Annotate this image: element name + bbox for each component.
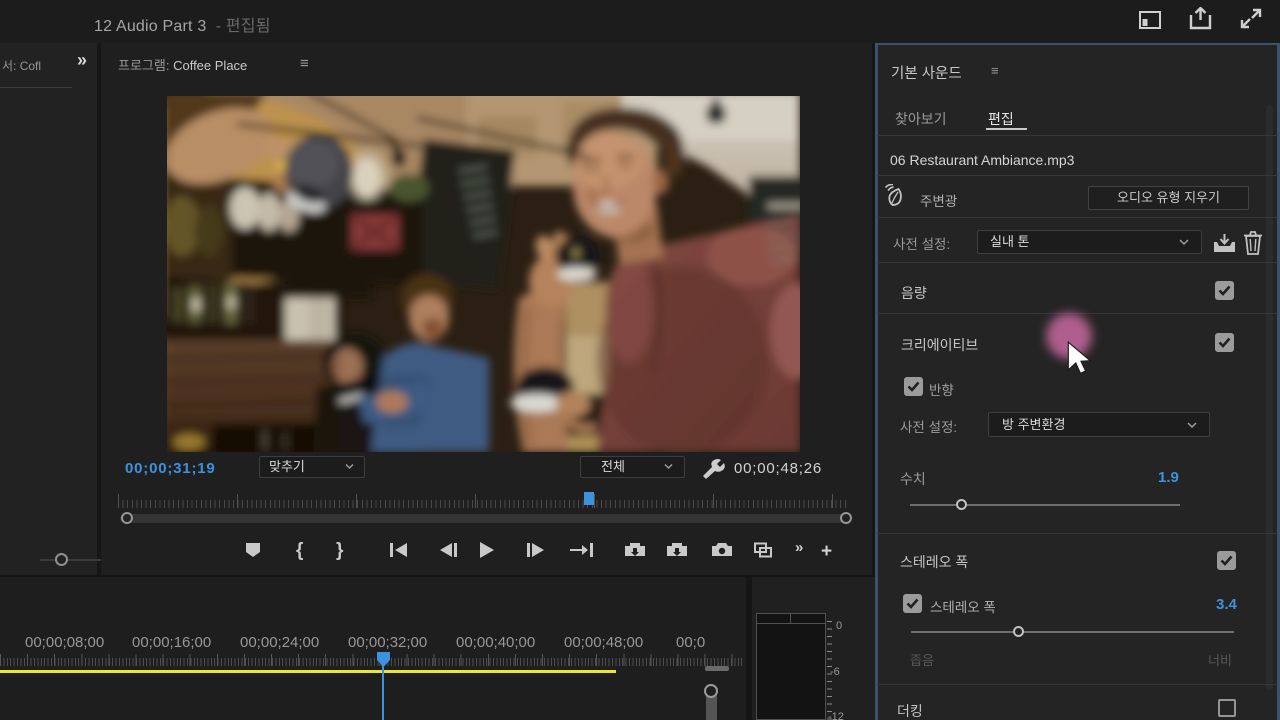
- svg-text:»: »: [795, 540, 803, 556]
- svg-text:+: +: [821, 541, 832, 560]
- svg-text:}: }: [336, 540, 344, 560]
- svg-text:{: {: [296, 540, 303, 560]
